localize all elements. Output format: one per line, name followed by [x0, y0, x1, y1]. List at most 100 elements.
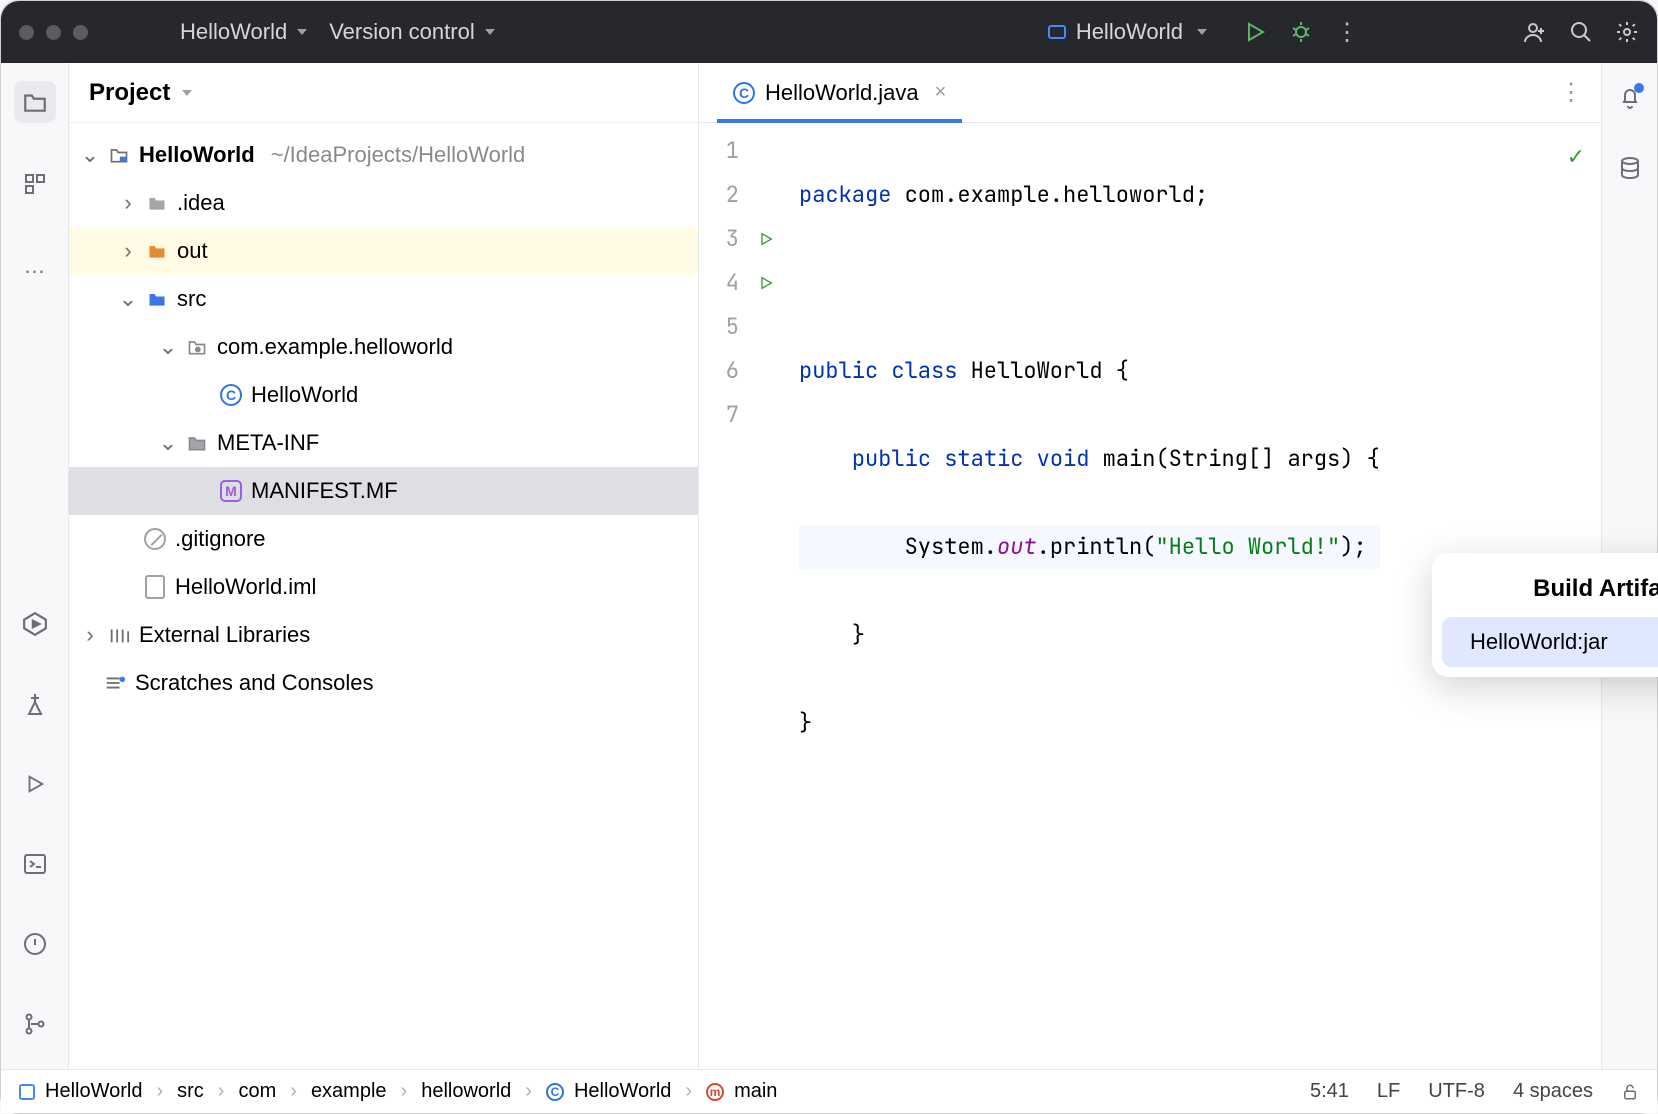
code-token: HelloWorld { [957, 356, 1129, 385]
code-content[interactable]: package com.example.helloworld; public c… [783, 123, 1380, 1069]
code-token: public static void [852, 444, 1090, 473]
breadcrumb-separator: › [156, 1080, 163, 1103]
tree-label: HelloWorld [251, 382, 358, 408]
breadcrumb-module[interactable]: HelloWorld [19, 1080, 142, 1103]
build-artifact-popup: Build Artifact HelloWorld:jar › [1432, 553, 1658, 677]
run-button[interactable] [1243, 20, 1267, 44]
run-tool-button[interactable] [14, 763, 56, 805]
tree-node-metainf[interactable]: ⌄ META-INF [69, 419, 698, 467]
code-token: main [1089, 444, 1155, 473]
breadcrumb-separator: › [685, 1080, 692, 1103]
artifact-label: HelloWorld:jar [1470, 629, 1608, 655]
status-position[interactable]: 5:41 [1310, 1080, 1349, 1103]
services-tool-button[interactable] [14, 603, 56, 645]
terminal-tool-button[interactable] [14, 843, 56, 885]
tab-more-button[interactable]: ⋮ [1559, 78, 1601, 107]
more-actions-button[interactable]: ⋮ [1335, 20, 1359, 44]
breadcrumb-src[interactable]: src [177, 1080, 204, 1103]
run-line-icon[interactable] [749, 261, 783, 305]
tree-node-src[interactable]: ⌄ src [69, 275, 698, 323]
folder-icon [145, 242, 169, 260]
tree-path: ~/IdeaProjects/HelloWorld [271, 142, 526, 168]
breadcrumb-separator: › [290, 1080, 297, 1103]
editor-tab-helloworld[interactable]: C HelloWorld.java × [717, 63, 962, 122]
left-tool-strip: … [1, 63, 69, 1069]
chevron-down-icon[interactable]: ⌄ [81, 142, 99, 168]
project-panel-title-dropdown[interactable]: Project [89, 79, 192, 107]
breadcrumb-separator: › [401, 1080, 408, 1103]
class-icon: C [733, 82, 755, 104]
line-number: 5 [699, 305, 739, 349]
database-button[interactable] [1618, 155, 1642, 181]
tree-label: External Libraries [139, 622, 310, 648]
breadcrumb-method[interactable]: m main [706, 1080, 777, 1103]
project-dropdown[interactable]: HelloWorld [180, 19, 307, 45]
class-icon: C [546, 1083, 564, 1101]
tree-node-gitignore[interactable]: .gitignore [69, 515, 698, 563]
chevron-down-icon[interactable]: ⌄ [159, 334, 177, 360]
code-with-me-button[interactable] [1523, 20, 1547, 44]
project-tree[interactable]: ⌄ HelloWorld ~/IdeaProjects/HelloWorld ›… [69, 123, 698, 1069]
tree-label: .idea [177, 190, 225, 216]
chevron-right-icon[interactable]: › [119, 238, 137, 264]
notifications-button[interactable] [1618, 85, 1642, 111]
project-tool-button[interactable] [14, 81, 56, 123]
config-icon [1048, 25, 1066, 39]
inspection-ok-icon[interactable]: ✓ [1567, 135, 1585, 179]
close-icon[interactable] [19, 25, 34, 40]
search-button[interactable] [1569, 20, 1593, 44]
maximize-icon[interactable] [73, 25, 88, 40]
close-icon[interactable]: × [935, 81, 947, 104]
status-encoding[interactable]: UTF-8 [1428, 1080, 1485, 1103]
minimize-icon[interactable] [46, 25, 61, 40]
vcs-tool-button[interactable] [14, 1003, 56, 1045]
folder-icon [145, 194, 169, 212]
chevron-down-icon [1197, 29, 1207, 35]
manifest-icon: M [219, 480, 243, 502]
tree-node-out[interactable]: › out [69, 227, 698, 275]
status-bar: HelloWorld › src › com › example › hello… [1, 1069, 1657, 1113]
chevron-down-icon [297, 29, 307, 35]
tree-node-iml[interactable]: HelloWorld.iml [69, 563, 698, 611]
chevron-right-icon[interactable]: › [119, 190, 137, 216]
code-token: ); [1340, 532, 1366, 561]
run-line-icon[interactable] [749, 217, 783, 261]
artifact-item[interactable]: HelloWorld:jar › [1442, 617, 1658, 667]
tree-root[interactable]: ⌄ HelloWorld ~/IdeaProjects/HelloWorld [69, 131, 698, 179]
vcs-dropdown[interactable]: Version control [329, 19, 495, 45]
chevron-down-icon[interactable]: ⌄ [159, 430, 177, 456]
structure-tool-button[interactable] [14, 163, 56, 205]
code-token: System. [905, 532, 997, 561]
breadcrumb-label: example [311, 1080, 387, 1103]
breadcrumb-example[interactable]: example [311, 1080, 387, 1103]
tree-label: HelloWorld.iml [175, 574, 316, 600]
status-indent[interactable]: 4 spaces [1513, 1080, 1593, 1103]
tree-node-manifest[interactable]: M MANIFEST.MF [69, 467, 698, 515]
code-token: out [997, 532, 1037, 561]
readonly-icon[interactable] [1621, 1082, 1639, 1102]
more-tool-button[interactable]: … [14, 245, 56, 287]
class-icon: C [219, 384, 243, 406]
tree-node-idea[interactable]: › .idea [69, 179, 698, 227]
tree-node-scratches[interactable]: Scratches and Consoles [69, 659, 698, 707]
breadcrumb-label: HelloWorld [574, 1080, 671, 1103]
window-controls[interactable] [19, 25, 88, 40]
vcs-label: Version control [329, 19, 475, 45]
problems-tool-button[interactable] [14, 923, 56, 965]
breadcrumb-label: main [734, 1080, 777, 1103]
breadcrumb-class[interactable]: C HelloWorld [546, 1080, 671, 1103]
breadcrumb-com[interactable]: com [238, 1080, 276, 1103]
editor-area: C HelloWorld.java × ⋮ ✓ 1 2 3 4 5 6 7 [699, 63, 1601, 1069]
run-config-dropdown[interactable]: HelloWorld [1034, 13, 1221, 51]
build-tool-button[interactable] [14, 683, 56, 725]
status-line-ending[interactable]: LF [1377, 1080, 1400, 1103]
chevron-down-icon[interactable]: ⌄ [119, 286, 137, 312]
chevron-right-icon[interactable]: › [81, 622, 99, 648]
tree-node-package[interactable]: ⌄ com.example.helloworld [69, 323, 698, 371]
project-panel: Project ⌄ HelloWorld ~/IdeaProjects/Hell… [69, 63, 699, 1069]
breadcrumb-helloworld-pkg[interactable]: helloworld [421, 1080, 511, 1103]
settings-button[interactable] [1615, 20, 1639, 44]
tree-node-class[interactable]: C HelloWorld [69, 371, 698, 419]
tree-node-extlib[interactable]: › External Libraries [69, 611, 698, 659]
debug-button[interactable] [1289, 20, 1313, 44]
